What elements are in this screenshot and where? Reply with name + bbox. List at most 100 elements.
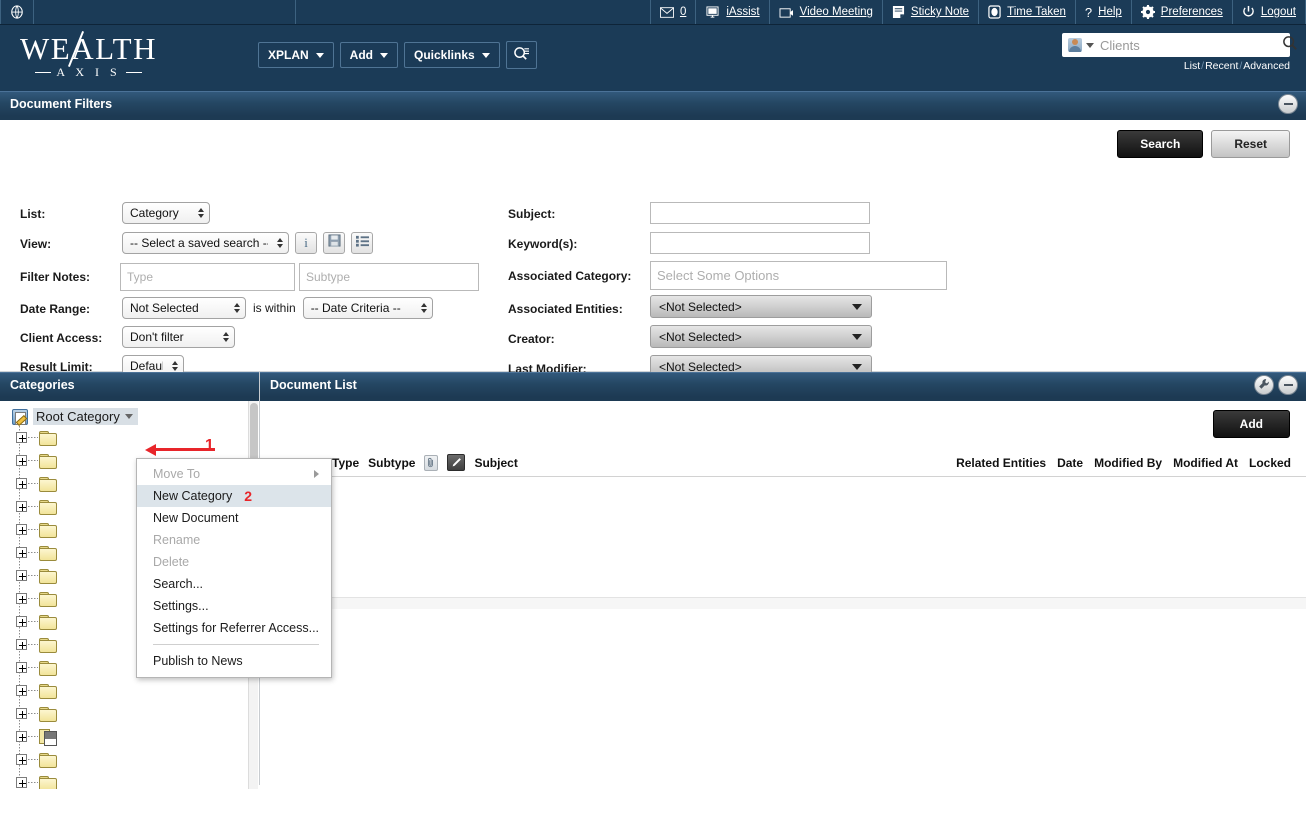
expand-plus-icon[interactable]: [16, 708, 27, 719]
expand-plus-icon[interactable]: [16, 662, 27, 673]
client-access-wrap: Don't filter: [122, 326, 235, 348]
nav-xplan-button[interactable]: XPLAN: [258, 42, 334, 68]
folder-icon: [39, 568, 57, 584]
categories-title: Categories: [10, 378, 75, 392]
column-header-type[interactable]: Type: [332, 456, 359, 470]
expand-plus-icon[interactable]: [16, 685, 27, 696]
root-category-item[interactable]: Root Category: [33, 408, 138, 425]
date-criteria-select[interactable]: -- Date Criteria --: [302, 297, 433, 319]
chevron-down-icon: [852, 333, 862, 340]
list-select[interactable]: Category: [122, 202, 210, 224]
context-menu-item-publish[interactable]: Publish to News: [137, 650, 331, 672]
expand-plus-icon[interactable]: [16, 455, 27, 466]
tree-row[interactable]: [12, 702, 259, 725]
context-menu-item[interactable]: Settings for Referrer Access...: [137, 617, 331, 639]
expand-plus-icon[interactable]: [16, 501, 27, 512]
search-icon[interactable]: [1282, 35, 1298, 56]
expand-plus-icon[interactable]: [16, 777, 27, 788]
context-menu-item[interactable]: Search...: [137, 573, 331, 595]
paperclip-icon[interactable]: [424, 454, 439, 471]
nav-quicklinks-button[interactable]: Quicklinks: [404, 42, 500, 68]
expand-plus-icon[interactable]: [16, 524, 27, 535]
add-button[interactable]: Add: [1212, 410, 1290, 438]
expand-plus-icon[interactable]: [16, 547, 27, 558]
expand-plus-icon[interactable]: [16, 432, 27, 443]
document-list-settings-button[interactable]: [1254, 375, 1274, 395]
tree-row[interactable]: [12, 679, 259, 702]
time-taken-link[interactable]: Time Taken: [1007, 6, 1066, 18]
expand-plus-icon[interactable]: [16, 731, 27, 742]
search-link-advanced[interactable]: Advanced: [1243, 60, 1290, 72]
logout-link[interactable]: Logout: [1261, 6, 1296, 18]
messages-count[interactable]: 0: [680, 6, 686, 18]
tree-row[interactable]: [12, 725, 259, 748]
column-header-subtype[interactable]: Subtype: [368, 456, 415, 470]
expand-plus-icon[interactable]: [16, 570, 27, 581]
creator-select[interactable]: <Not Selected>: [650, 325, 872, 348]
minus-circle-icon: [1283, 384, 1293, 386]
preferences-link[interactable]: Preferences: [1161, 6, 1223, 18]
client-access-select[interactable]: Don't filter: [122, 326, 235, 348]
view-list-button[interactable]: [351, 232, 373, 254]
filters-collapse-button[interactable]: [1278, 94, 1298, 114]
search-link-list[interactable]: List: [1184, 60, 1200, 72]
assoc-entities-select[interactable]: <Not Selected>: [650, 295, 872, 318]
tree-connector: [28, 598, 38, 599]
sticky-note-link[interactable]: Sticky Note: [911, 6, 969, 18]
filter-notes-type-input[interactable]: [120, 263, 295, 291]
assoc-category-input[interactable]: [650, 261, 947, 290]
preferences-button[interactable]: Preferences: [1132, 0, 1233, 24]
help-link[interactable]: Help: [1098, 6, 1122, 18]
sticky-note-button[interactable]: Sticky Note: [883, 0, 980, 24]
category-context-menu[interactable]: Move To New Category 2 New Document Rename De…: [136, 458, 332, 678]
context-menu-item[interactable]: Settings...: [137, 595, 331, 617]
filter-notes-subtype-input[interactable]: [299, 263, 479, 291]
tree-row[interactable]: [12, 771, 259, 789]
view-save-button[interactable]: [323, 232, 345, 254]
chevron-down-icon[interactable]: [1086, 42, 1094, 48]
column-header-locked[interactable]: Locked: [1249, 456, 1291, 470]
expand-plus-icon[interactable]: [16, 478, 27, 489]
document-list-panel: Document List Add Type Subtype Subject R…: [260, 372, 1306, 789]
column-header-date[interactable]: Date: [1057, 456, 1083, 470]
search-link-recent[interactable]: Recent: [1205, 60, 1238, 72]
tree-root-row[interactable]: Root Category: [12, 407, 259, 426]
column-header-related-entities[interactable]: Related Entities: [956, 456, 1046, 470]
expand-plus-icon[interactable]: [16, 754, 27, 765]
nav-add-button[interactable]: Add: [339, 42, 398, 68]
globe-button[interactable]: [0, 0, 34, 24]
view-info-button[interactable]: i: [295, 232, 317, 254]
tree-row[interactable]: [12, 426, 259, 449]
document-filters-header: Document Filters: [0, 91, 1306, 116]
logout-button[interactable]: Logout: [1233, 0, 1306, 24]
nav-search-list-button[interactable]: [505, 41, 537, 69]
video-meeting-link[interactable]: Video Meeting: [800, 6, 873, 18]
saved-search-select[interactable]: -- Select a saved search --: [122, 232, 289, 254]
context-menu-item[interactable]: New Category 2: [137, 485, 331, 507]
messages-button[interactable]: 0: [651, 0, 697, 24]
column-header-subject[interactable]: Subject: [474, 456, 517, 470]
time-taken-button[interactable]: Time Taken: [979, 0, 1076, 24]
tree-row[interactable]: [12, 748, 259, 771]
video-meeting-button[interactable]: Video Meeting: [770, 0, 883, 24]
tree-connector: [28, 483, 38, 484]
context-menu-item-label: Publish to News: [153, 654, 243, 668]
pencil-icon[interactable]: [447, 454, 466, 471]
context-menu-item[interactable]: New Document: [137, 507, 331, 529]
iassist-link[interactable]: iAssist: [726, 6, 759, 18]
expand-plus-icon[interactable]: [16, 639, 27, 650]
help-button[interactable]: ? Help: [1076, 0, 1132, 24]
keywords-input[interactable]: [650, 232, 870, 254]
search-input[interactable]: [1098, 36, 1278, 54]
context-menu-item-label: New Document: [153, 511, 239, 525]
iassist-button[interactable]: iAssist: [696, 0, 770, 24]
date-range-select[interactable]: Not Selected: [122, 297, 246, 319]
expand-plus-icon[interactable]: [16, 593, 27, 604]
document-list-collapse-button[interactable]: [1278, 375, 1298, 395]
expand-plus-icon[interactable]: [16, 616, 27, 627]
chevron-down-icon[interactable]: [124, 414, 133, 419]
column-header-modified-at[interactable]: Modified At: [1173, 456, 1238, 470]
subject-input[interactable]: [650, 202, 870, 224]
column-header-modified-by[interactable]: Modified By: [1094, 456, 1162, 470]
global-search-box[interactable]: [1062, 33, 1297, 57]
